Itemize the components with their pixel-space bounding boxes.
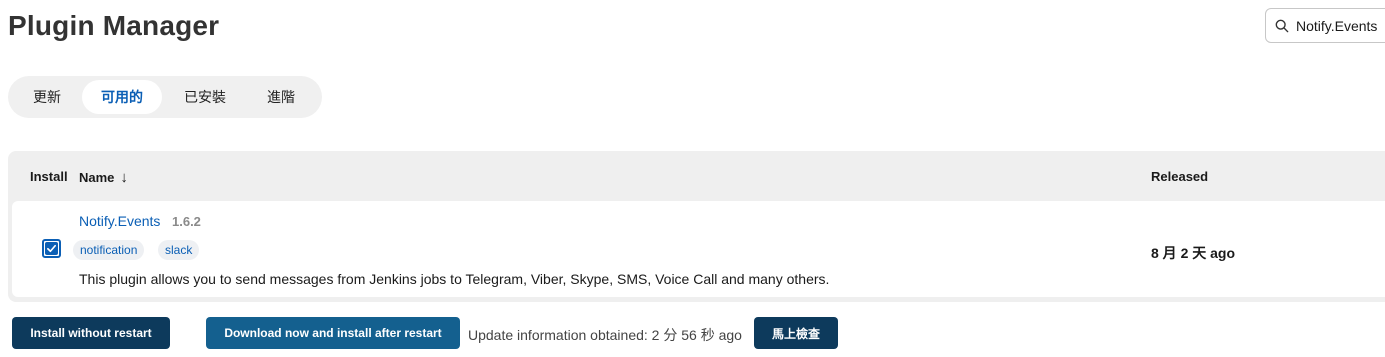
install-without-restart-button[interactable]: Install without restart — [12, 317, 170, 349]
tab-installed[interactable]: 已安裝 — [162, 80, 248, 114]
header-released[interactable]: Released — [1151, 169, 1208, 184]
tag-notification[interactable]: notification — [73, 240, 145, 260]
tab-available[interactable]: 可用的 — [82, 80, 162, 114]
install-checkbox[interactable] — [42, 239, 61, 258]
page-title: Plugin Manager — [8, 10, 220, 41]
tab-bar: 更新 可用的 已安裝 進階 — [8, 76, 322, 118]
checkmark-icon — [45, 242, 58, 255]
plugins-table: Install Name ↓ Released Notify.Events 1.6… — [8, 151, 1385, 302]
update-info-text: Update information obtained: 2 分 56 秒 ag… — [468, 327, 742, 343]
table-header: Install Name ↓ Released — [8, 151, 1385, 201]
sort-down-icon: ↓ — [120, 169, 128, 186]
search-box[interactable]: Notify.Events — [1265, 8, 1385, 43]
header-install: Install — [30, 169, 68, 184]
search-icon — [1275, 19, 1289, 32]
header-name[interactable]: Name ↓ — [79, 169, 128, 186]
tab-advanced[interactable]: 進階 — [248, 80, 314, 114]
table-row: Notify.Events 1.6.2 notification slack T… — [12, 201, 1385, 297]
search-input[interactable]: Notify.Events — [1296, 18, 1377, 34]
tag-slack[interactable]: slack — [158, 240, 200, 260]
check-now-button[interactable]: 馬上檢查 — [754, 317, 838, 349]
header-name-label: Name — [79, 170, 115, 185]
released-value: 8 月 2 天 ago — [1151, 245, 1236, 261]
plugin-version: 1.6.2 — [172, 214, 201, 229]
plugin-name-link[interactable]: Notify.Events — [79, 213, 160, 229]
tab-updates[interactable]: 更新 — [12, 80, 82, 114]
plugin-description: This plugin allows you to send messages … — [79, 271, 830, 287]
download-install-after-restart-button[interactable]: Download now and install after restart — [206, 317, 460, 349]
